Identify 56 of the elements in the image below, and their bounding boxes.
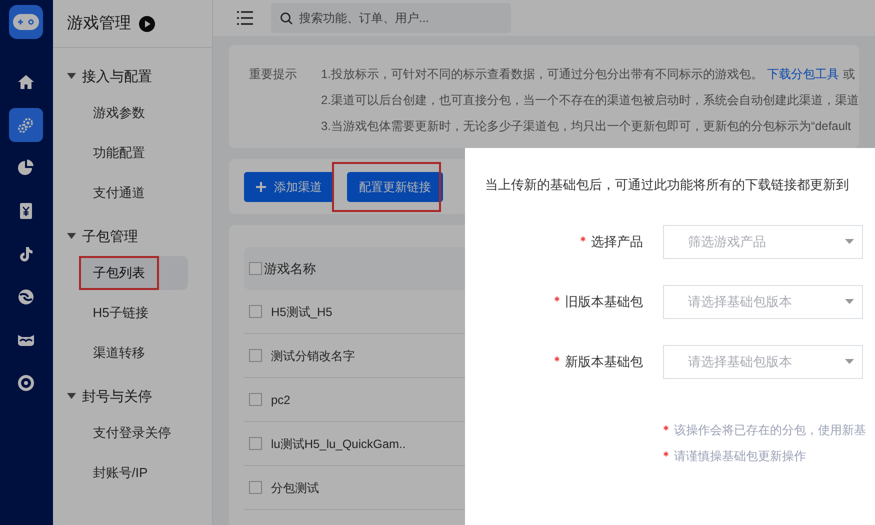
checkbox[interactable] [248,305,262,318]
plus-icon [256,182,266,192]
sidebar-item[interactable]: 渠道转移 [78,336,188,370]
checkbox[interactable] [248,349,262,362]
action-button[interactable]: 配置更新链接 [346,172,443,202]
sidebar-item[interactable]: 支付登录关停 [78,416,188,450]
sidebar-group[interactable]: 子包管理 [82,226,138,246]
asterisk-icon [663,424,669,430]
drawer-intro: 当上传新的基础包后，可通过此功能将所有的下载链接都更新到 [485,176,850,194]
table-cell-text: pc2 [270,392,290,408]
sidebar-group[interactable]: 接入与配置 [82,66,152,86]
caret-icon [845,299,854,304]
notice-text: 3.当游戏包体需要更新时，无论多少子渠道包，均只出一个更新包即可，更新包的分包标示为“default [320,118,852,135]
pie-chart-icon[interactable] [16,158,36,178]
table-cell-text: 分包测试 [270,480,319,496]
play-icon[interactable] [138,16,155,32]
menu-icon[interactable] [236,11,253,25]
caret-icon[interactable] [66,73,76,79]
notice-text: 2.渠道可以后台创建，也可直接分包，当一个不存在的渠道包被启动时，系统会自动创建此渠道，渠道 [320,92,859,109]
home-icon[interactable] [16,72,36,92]
ring-icon[interactable] [16,373,36,393]
logo-icon [9,5,44,39]
notice-text: 或 [843,66,855,83]
checkbox[interactable] [248,481,262,494]
sidebar-item[interactable]: 子包列表 [78,256,188,290]
checkbox[interactable] [248,393,262,406]
caret-icon [845,239,854,244]
checkbox[interactable] [248,262,262,275]
search-field[interactable]: 搜索功能、订单、用户... [270,3,511,33]
sidebar-item[interactable]: 支付通道 [78,176,188,210]
field-label: 旧版本基础包 [565,292,643,311]
search-icon [280,12,293,25]
checkbox[interactable] [248,437,262,450]
swirl-icon[interactable] [16,287,36,307]
column-header: 游戏名称 [264,260,316,278]
table-cell-text: lu测试H5_lu_QuickGam.. [270,436,406,452]
sidebar-item[interactable]: 封账号/IP [78,456,188,490]
warning-note: 请谨慎操基础包更新操作 [674,448,806,464]
sidebar-item[interactable]: 功能配置 [78,136,188,170]
field-label: 选择产品 [591,232,643,251]
table-cell-text: 测试分销改名字 [270,348,355,364]
sidebar-group[interactable]: 封号与关停 [82,386,152,406]
sidebar-item[interactable]: H5子链接 [78,296,188,330]
table-cell-text: H5测试_H5 [270,304,332,320]
notice-text: 1.投放标示，可针对不同的标示查看数据，可通过分包分出带有不同标示的游戏包。 [320,66,763,83]
notice-label: 重要提示 [248,66,298,83]
warning-note: 该操作会将已存在的分包，使用新基 [674,422,866,438]
caret-icon [845,359,854,364]
download-link[interactable]: 下载分包工具 [767,65,839,83]
sidebar-item[interactable]: 游戏参数 [78,96,188,130]
caret-icon[interactable] [66,233,76,239]
asterisk-icon [663,450,669,456]
caret-icon[interactable] [66,393,76,399]
action-button[interactable]: 添加渠道 [244,172,334,202]
sidebar-title: 游戏管理 [66,14,131,34]
field-label: 新版本基础包 [565,352,643,371]
